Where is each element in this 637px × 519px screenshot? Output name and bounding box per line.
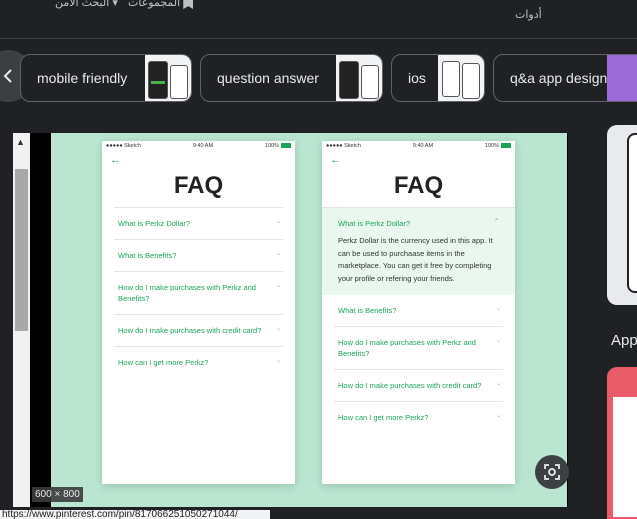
chevron-down-icon: ⌄ — [495, 381, 501, 387]
chevron-down-icon: ⌄ — [495, 413, 501, 419]
chip-mobile-friendly[interactable]: mobile friendly — [20, 54, 192, 102]
side-result-thumbnail[interactable] — [607, 367, 637, 519]
chip-label: ios — [408, 70, 426, 86]
faq-question: What is Perkz Dollar? — [118, 219, 191, 228]
carrier-label: ●●●●● Sketch — [326, 143, 361, 149]
status-bar: ●●●●● Sketch 9:40 AM 100% — [322, 141, 515, 151]
chip-question-answer[interactable]: question answer — [200, 54, 383, 102]
scrollbar-thumb[interactable] — [15, 169, 28, 331]
faq-question: What is Perkz Dollar? — [338, 219, 411, 228]
faq-item-expanded: What is Perkz Dollar? ⌃ Perkz Dollar is … — [322, 207, 515, 295]
faq-item: What is Perkz Dollar? ⌄ — [114, 207, 283, 239]
back-arrow-icon: ← — [330, 154, 341, 166]
faq-item: How do I make purchases with credit card… — [334, 369, 503, 401]
related-searches-row: mobile friendly question answer ios q&a … — [0, 50, 637, 106]
collections-link[interactable]: المجموعات — [128, 0, 194, 10]
faq-title: FAQ — [393, 172, 444, 199]
faq-item: What is Benefits? ⌄ — [114, 239, 283, 271]
scroll-up-arrow-icon[interactable]: ▲ — [16, 137, 25, 147]
status-url: https://www.pinterest.com/pin/8170662510… — [0, 510, 270, 519]
faq-item: How do I make purchases with Perkz and B… — [114, 271, 283, 314]
image-size-badge: 600 × 800 — [32, 487, 83, 502]
chip-label: question answer — [217, 70, 319, 86]
collections-label: المجموعات — [128, 0, 181, 9]
chip-qa-app-design[interactable]: q&a app design — [493, 54, 637, 102]
faq-item: How can I get more Perkz? ⌄ — [334, 401, 503, 433]
status-bar: ●●●●● Sketch 9:40 AM 100% — [102, 141, 295, 151]
lens-icon — [544, 464, 560, 480]
top-bar: البحث الآمن ▾ المجموعات أدوات — [0, 0, 637, 38]
phone-screen-expanded: ●●●●● Sketch 9:40 AM 100% ← FAQ What is … — [322, 141, 515, 484]
faq-title: FAQ — [173, 172, 224, 199]
chevron-down-icon: ⌄ — [275, 219, 281, 225]
faq-item: How do I make purchases with credit card… — [114, 314, 283, 346]
battery-icon — [281, 143, 291, 149]
side-result-thumbnail[interactable] — [607, 125, 637, 305]
chevron-down-icon: ⌄ — [275, 326, 281, 332]
faq-question: How can I get more Perkz? — [338, 413, 429, 422]
bookmark-icon — [183, 0, 194, 10]
chip-ios[interactable]: ios — [391, 54, 485, 102]
faq-item: What is Benefits? ⌄ — [334, 295, 503, 326]
header-divider — [0, 38, 637, 39]
faq-item: How can I get more Perkz? ⌄ — [114, 346, 283, 378]
faq-item: How do I make purchases with Perkz and B… — [334, 326, 503, 369]
chevron-up-icon: ⌃ — [493, 219, 499, 225]
chip-thumbnail — [145, 55, 191, 101]
faq-answer: Perkz Dollar is the currency used in thi… — [338, 236, 493, 283]
battery-icon — [501, 143, 511, 149]
chevron-down-icon: ⌄ — [275, 251, 281, 257]
faq-question: How do I make purchases with Perkz and B… — [338, 338, 476, 358]
faq-question: How do I make purchases with credit card… — [338, 381, 482, 390]
side-result-title[interactable]: App — [611, 332, 637, 349]
scrollbar[interactable]: ▲ — [13, 133, 30, 507]
faq-question: How do I make purchases with Perkz and B… — [118, 283, 256, 303]
chevron-down-icon: ⌄ — [495, 338, 501, 344]
chip-thumbnail — [607, 55, 637, 101]
safe-search-label: البحث الآمن — [55, 0, 110, 9]
chip-label: q&a app design — [510, 70, 608, 86]
faq-question: How do I make purchases with credit card… — [118, 326, 262, 335]
chip-thumbnail — [336, 55, 382, 101]
back-arrow-icon: ← — [110, 154, 121, 166]
chevron-down-icon: ⌄ — [495, 306, 501, 312]
status-time: 9:40 AM — [192, 143, 214, 149]
safe-search-menu[interactable]: البحث الآمن ▾ — [55, 0, 118, 9]
faq-question: What is Benefits? — [338, 306, 397, 315]
chip-label: mobile friendly — [37, 70, 128, 86]
lens-search-button[interactable] — [535, 455, 569, 489]
phone-screen-collapsed: ●●●●● Sketch 9:40 AM 100% ← FAQ What is … — [102, 141, 295, 484]
chevron-down-icon: ⌄ — [275, 283, 281, 289]
faq-question: What is Benefits? — [118, 251, 177, 260]
chevron-down-icon: ⌄ — [275, 358, 281, 364]
battery-label: 100% — [264, 143, 279, 149]
battery-label: 100% — [484, 143, 499, 149]
preview-image[interactable]: ●●●●● Sketch 9:40 AM 100% ← FAQ What is … — [51, 133, 567, 507]
tools-button[interactable]: أدوات — [515, 8, 542, 21]
faq-question: How can I get more Perkz? — [118, 358, 209, 367]
status-time: 9:40 AM — [412, 143, 434, 149]
chevron-left-icon — [3, 69, 12, 83]
chip-thumbnail — [438, 55, 484, 101]
carrier-label: ●●●●● Sketch — [106, 143, 141, 149]
dropdown-arrow-icon: ▾ — [112, 0, 118, 9]
